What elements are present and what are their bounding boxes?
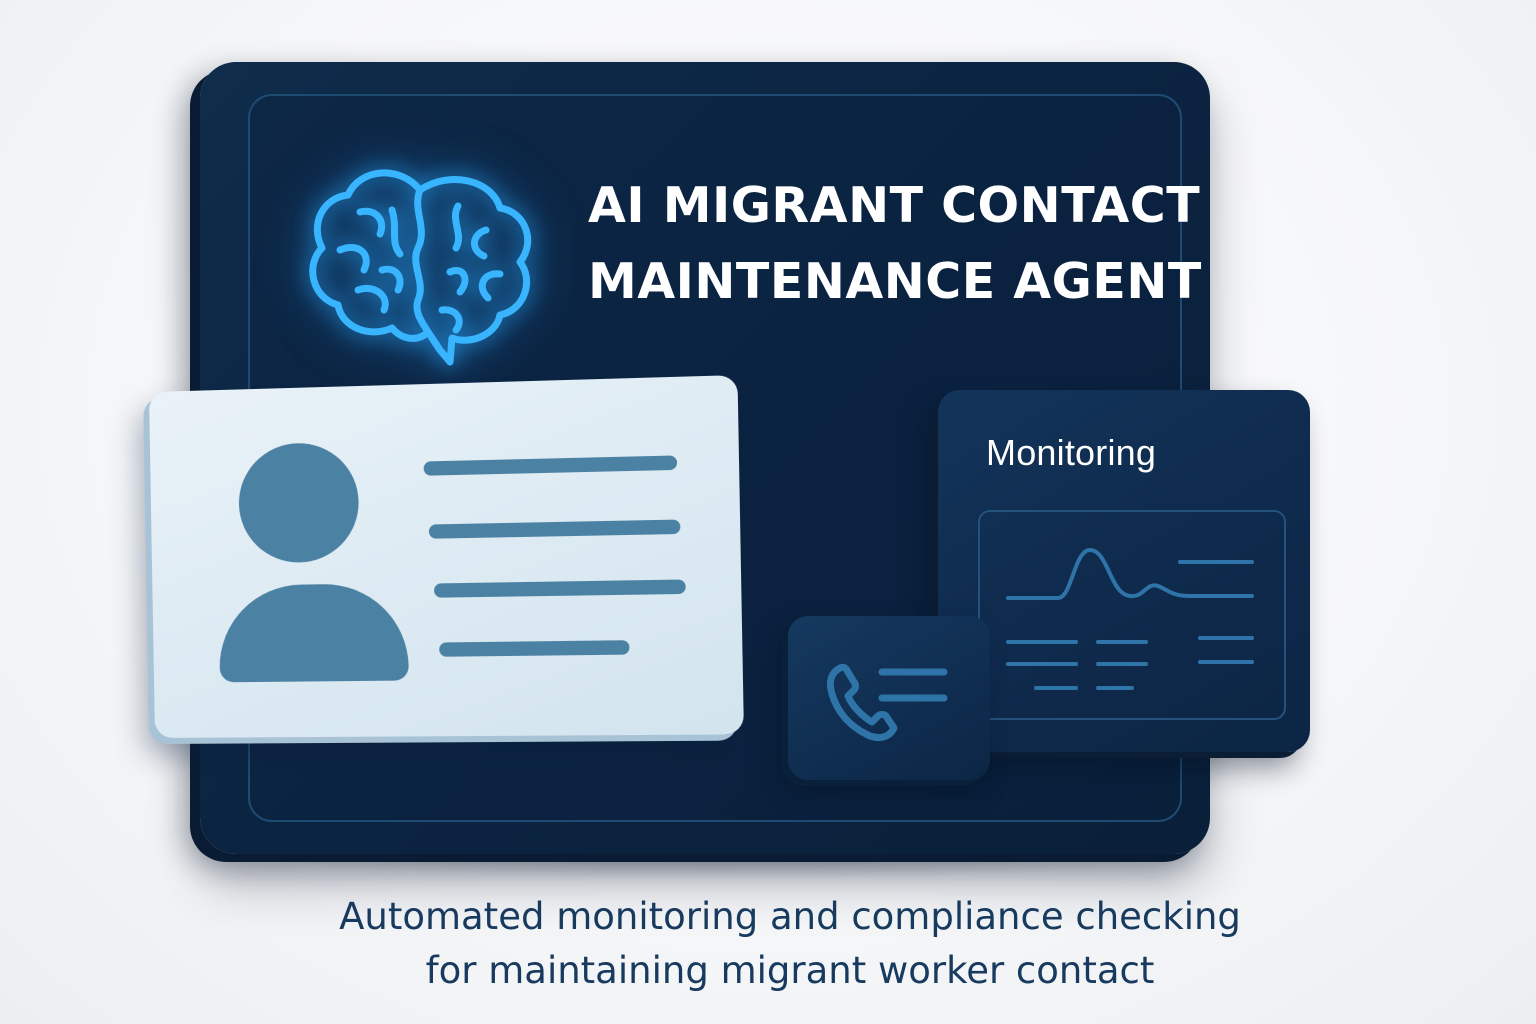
page-caption: Automated monitoring and compliance chec… [200, 890, 1380, 998]
page-title: AI MIGRANT CONTACT MAINTENANCE AGENT [588, 168, 1202, 320]
title-line-1: AI MIGRANT CONTACT [588, 177, 1201, 234]
contact-card [148, 375, 744, 739]
user-avatar-icon [237, 441, 360, 564]
line-chart-icon [1006, 547, 1254, 690]
caption-line-1: Automated monitoring and compliance chec… [339, 895, 1241, 938]
caption-line-2: for maintaining migrant worker contact [425, 949, 1155, 992]
card-info-line [439, 640, 630, 657]
monitoring-chart [978, 510, 1286, 720]
call-detail-lines [878, 668, 948, 702]
title-line-2: MAINTENANCE AGENT [588, 253, 1202, 310]
phone-contact-widget [788, 616, 990, 780]
phone-icon [826, 663, 898, 742]
monitoring-panel: Monitoring [938, 390, 1310, 752]
card-info-line [433, 579, 686, 598]
brain-icon [300, 150, 540, 380]
card-info-line [423, 455, 678, 476]
monitoring-label: Monitoring [986, 432, 1157, 473]
user-avatar-body [218, 582, 409, 683]
card-info-line [428, 519, 681, 539]
